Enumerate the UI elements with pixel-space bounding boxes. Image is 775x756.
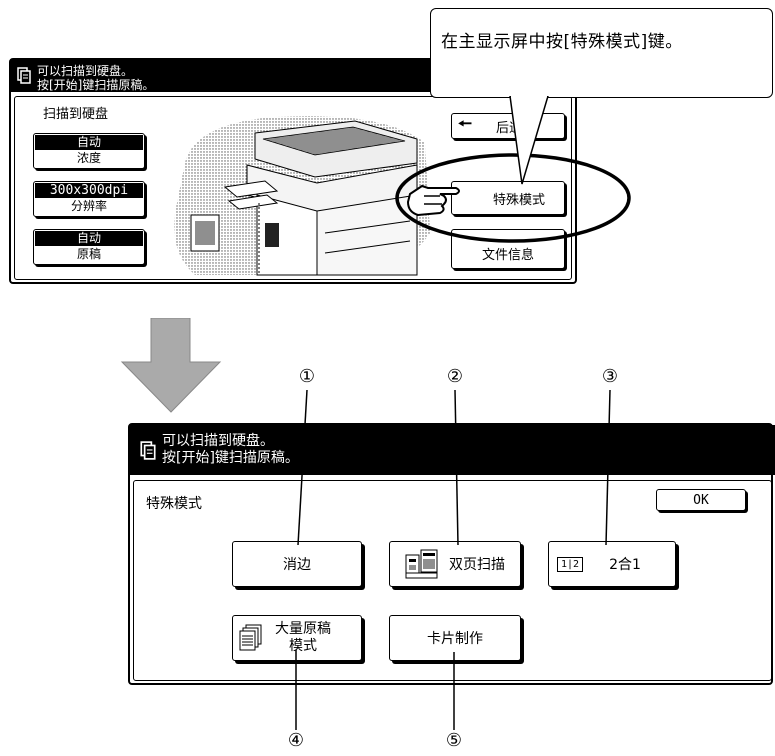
message-line-2: 按[开始]键扫描原稿。 bbox=[37, 78, 155, 92]
exposure-button[interactable]: 自动 浓度 bbox=[33, 133, 145, 169]
arrow-left-icon: 🠔 bbox=[458, 113, 473, 133]
original-value: 自动 bbox=[35, 231, 143, 246]
section-title: 扫描到硬盘 bbox=[43, 107, 109, 122]
callout-pointer bbox=[509, 96, 549, 185]
document-icon bbox=[17, 67, 31, 84]
erase-label: 消边 bbox=[283, 557, 311, 573]
resolution-button[interactable]: 300x300dpi 分辨率 bbox=[33, 181, 145, 217]
instruction-callout: 在主显示屏中按[特殊模式]键。 bbox=[430, 8, 773, 98]
job-build-button[interactable]: 大量原稿 模式 bbox=[232, 615, 362, 661]
exposure-value: 自动 bbox=[35, 135, 143, 150]
job-build-line-1: 大量原稿 bbox=[275, 621, 331, 637]
card-shot-label: 卡片制作 bbox=[427, 631, 483, 647]
two-in-one-button[interactable]: 1|2 2合1 bbox=[548, 541, 676, 587]
document-icon bbox=[140, 441, 156, 460]
callout-number-4: ④ bbox=[287, 730, 305, 751]
special-modes-title: 特殊模式 bbox=[146, 496, 202, 512]
card-shot-button[interactable]: 卡片制作 bbox=[389, 615, 521, 661]
callout-text: 在主显示屏中按[特殊模式]键。 bbox=[441, 32, 683, 52]
pointing-hand-icon bbox=[406, 184, 460, 217]
two-in-one-label: 2合1 bbox=[609, 557, 641, 573]
message-bar-special: 可以扫描到硬盘。 按[开始]键扫描原稿。 bbox=[130, 425, 775, 475]
stacked-documents-icon bbox=[239, 624, 262, 651]
special-modes-screen: 可以扫描到硬盘。 按[开始]键扫描原稿。 特殊模式 OK 消边 双页扫描 1|2… bbox=[128, 423, 775, 685]
callout-number-2: ② bbox=[446, 366, 464, 387]
message-line-2: 按[开始]键扫描原稿。 bbox=[162, 450, 299, 466]
original-label: 原稿 bbox=[76, 247, 101, 261]
dual-page-label: 双页扫描 bbox=[449, 557, 505, 573]
callout-number-3: ③ bbox=[601, 366, 619, 387]
ok-button[interactable]: OK bbox=[656, 489, 746, 511]
special-modes-area: 特殊模式 OK 消边 双页扫描 1|2 2合1 大量原稿 模式 卡片制作 bbox=[133, 480, 772, 681]
job-build-line-2: 模式 bbox=[289, 638, 317, 654]
two-in-one-icon: 1|2 bbox=[557, 556, 584, 572]
message-line-1: 可以扫描到硬盘。 bbox=[37, 64, 134, 78]
resolution-value: 300x300dpi bbox=[35, 183, 143, 198]
callout-number-5: ⑤ bbox=[445, 730, 463, 751]
message-line-1: 可以扫描到硬盘。 bbox=[162, 433, 274, 449]
resolution-label: 分辨率 bbox=[70, 199, 107, 213]
dual-page-icon bbox=[405, 549, 438, 579]
callout-number-1: ① bbox=[298, 366, 316, 387]
erase-button[interactable]: 消边 bbox=[232, 541, 362, 587]
down-arrow-icon bbox=[120, 318, 222, 413]
exposure-label: 浓度 bbox=[76, 151, 101, 165]
dual-page-scan-button[interactable]: 双页扫描 bbox=[389, 541, 521, 587]
original-button[interactable]: 自动 原稿 bbox=[33, 229, 145, 265]
ok-label: OK bbox=[693, 492, 709, 508]
